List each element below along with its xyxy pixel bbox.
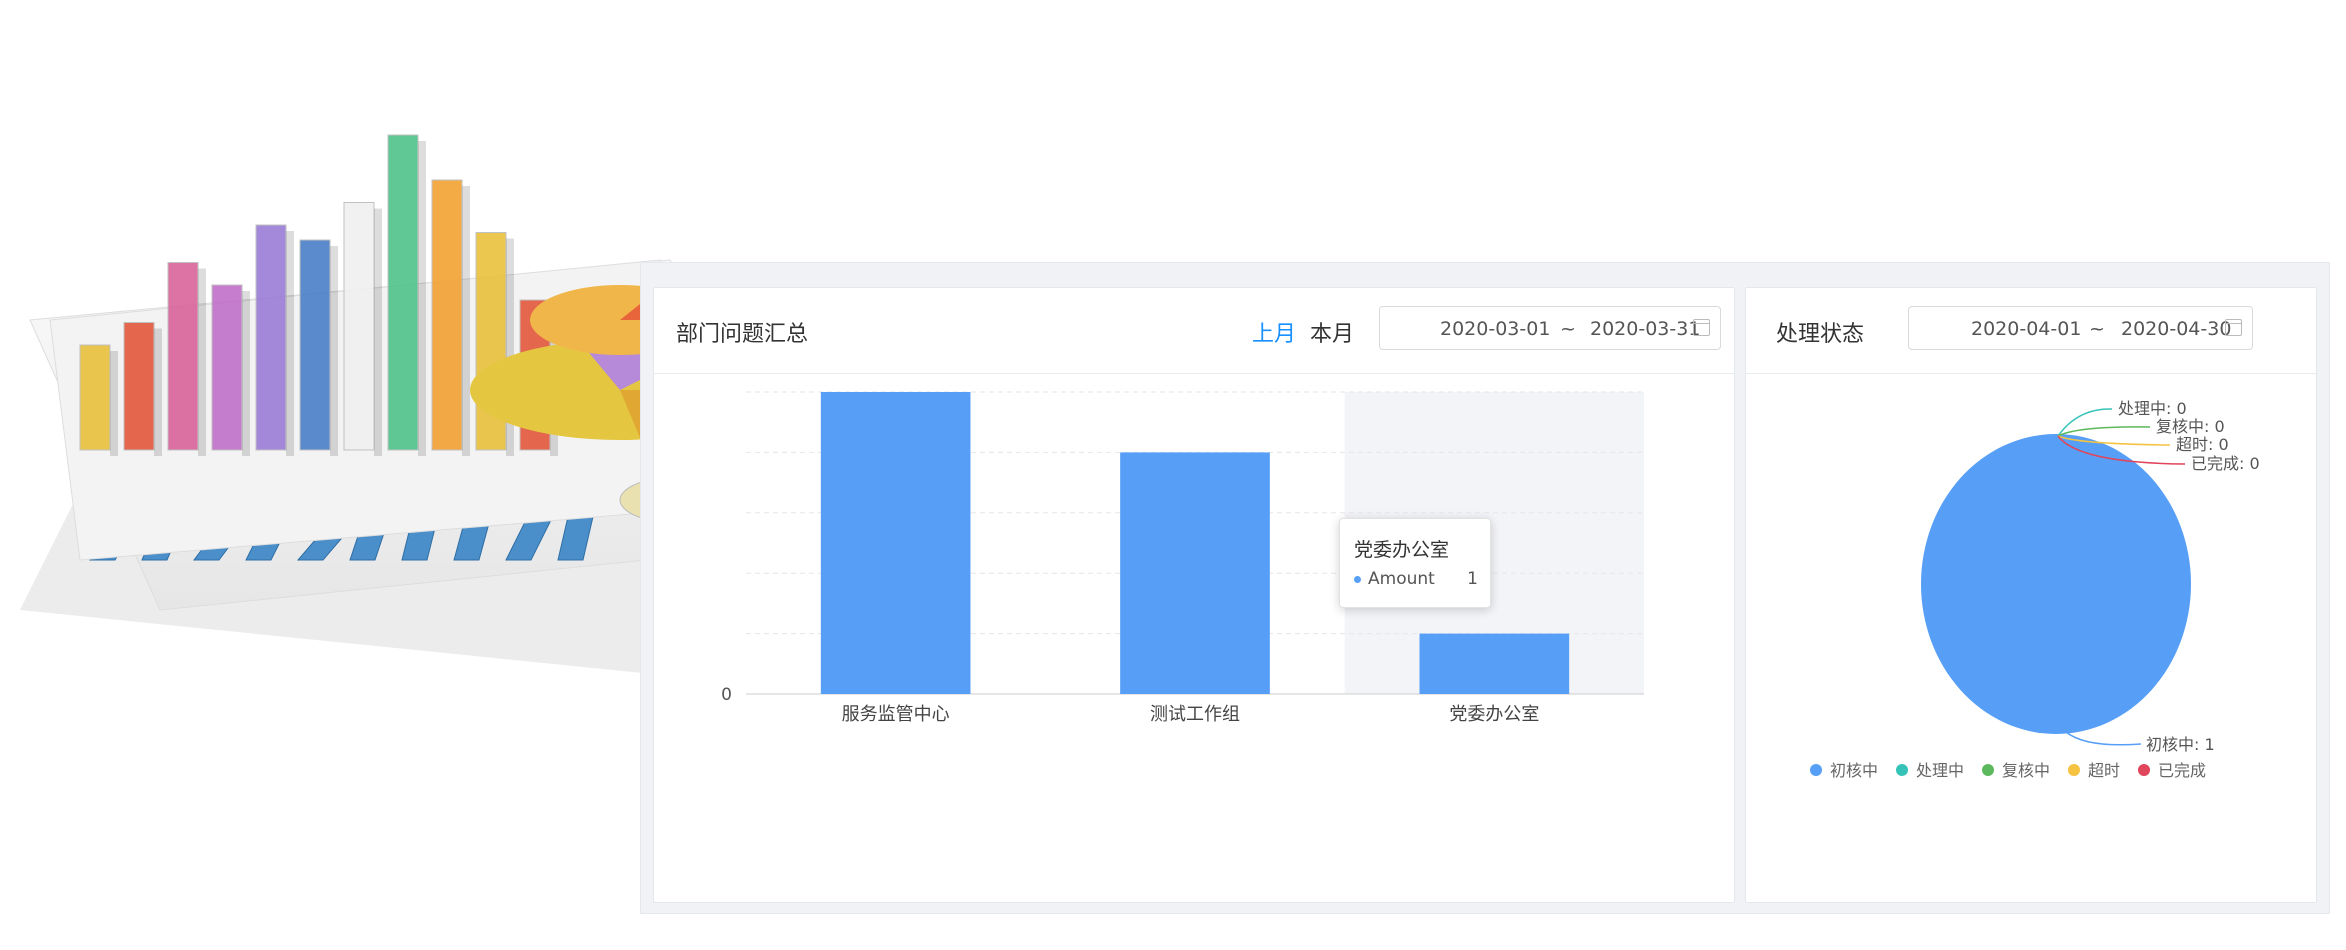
pie-label: 已完成: 0 [2191,454,2260,473]
date-range-picker[interactable]: 2020-04-01 ~ 2020-04-30 [1908,306,2253,350]
calendar-icon[interactable] [2225,319,2242,336]
tab-this-month[interactable]: 本月 [1310,316,1354,348]
department-bar-chart: 0 服务监管中心 测试工作组 党委办公室 [721,391,1644,725]
legend-dot-icon [1896,764,1908,776]
status-pie-chart: 初核中: 1 处理中: 0复核中: 0超时: 0已完成: 0 初核中 处理中 复核中 超时… [1810,399,2260,780]
calendar-icon[interactable] [1693,319,1710,336]
deco-bar-side [418,141,426,456]
pie-label-line [2057,408,2113,437]
legend-label: 初核中 [1830,761,1878,780]
deco-bar [211,284,243,451]
deco-bar [343,202,375,451]
pie-label: 初核中: 1 [2146,735,2215,754]
legend-dot-icon [2138,764,2150,776]
deco-bar-side [154,328,162,456]
dashboard-container: 部门问题汇总 上月 本月 2020-03-01 ~ 2020-03-31 0 服务… [640,262,2330,914]
series-dot-icon [1354,576,1361,583]
deco-bar-side [242,291,250,456]
x-tick-label: 测试工作组 [1150,704,1240,725]
tab-last-month[interactable]: 上月 [1252,316,1296,348]
deco-bar [431,179,463,451]
legend-label: 处理中 [1916,761,1964,780]
deco-bar [387,134,419,451]
bar-1 [820,392,971,694]
tooltip-value: 1 [1467,569,1478,589]
date-range-picker[interactable]: 2020-03-01 ~ 2020-03-31 [1379,306,1721,350]
deco-bar [255,224,287,451]
date-separator: ~ [2089,318,2105,340]
tooltip-title: 党委办公室 [1354,539,1450,561]
deco-bar [79,344,111,451]
deco-bar-side [374,208,382,456]
legend-label: 复核中 [2002,761,2050,780]
x-tick-label: 党委办公室 [1449,704,1539,725]
date-separator: ~ [1560,318,1576,340]
bar-2 [1120,452,1270,694]
legend-dot-icon [1982,764,1994,776]
legend-dot-icon [1810,764,1822,776]
deco-bar-side [110,351,118,456]
pie-label: 超时: 0 [2176,435,2229,454]
panel-title: 部门问题汇总 [676,322,809,347]
date-start[interactable]: 2020-04-01 [1971,318,2081,340]
y-tick-label: 0 [721,685,732,705]
legend-dot-icon [2068,764,2080,776]
processing-status-panel: 处理状态 2020-04-01 ~ 2020-04-30 初核中: 1 处理中: … [1745,287,2317,903]
date-end[interactable]: 2020-04-30 [2121,318,2231,340]
deco-bar-side [462,186,470,456]
deco-bar [167,262,199,451]
pie-label: 复核中: 0 [2156,417,2225,436]
deco-bar [299,239,331,451]
chart-tooltip: 党委办公室 Amount 1 [1339,518,1491,608]
deco-bar [123,322,155,451]
pie-slice-1 [1921,434,2191,734]
x-tick-label: 服务监管中心 [842,704,950,725]
deco-bar-side [330,246,338,456]
panel-title: 处理状态 [1776,322,1865,347]
date-start[interactable]: 2020-03-01 [1440,318,1550,340]
bar-3 [1419,633,1570,694]
deco-bar-side [286,231,294,456]
legend-label: 已完成 [2158,761,2206,780]
legend-label: 超时 [2088,761,2120,780]
department-issues-panel: 部门问题汇总 上月 本月 2020-03-01 ~ 2020-03-31 0 服务… [653,287,1735,903]
tooltip-series-name: Amount [1368,569,1435,589]
pie-label-line [2057,426,2151,437]
deco-bar-side [198,268,206,456]
date-end[interactable]: 2020-03-31 [1590,318,1700,340]
pie-label-line [2065,731,2142,746]
pie-label: 处理中: 0 [2118,399,2187,418]
